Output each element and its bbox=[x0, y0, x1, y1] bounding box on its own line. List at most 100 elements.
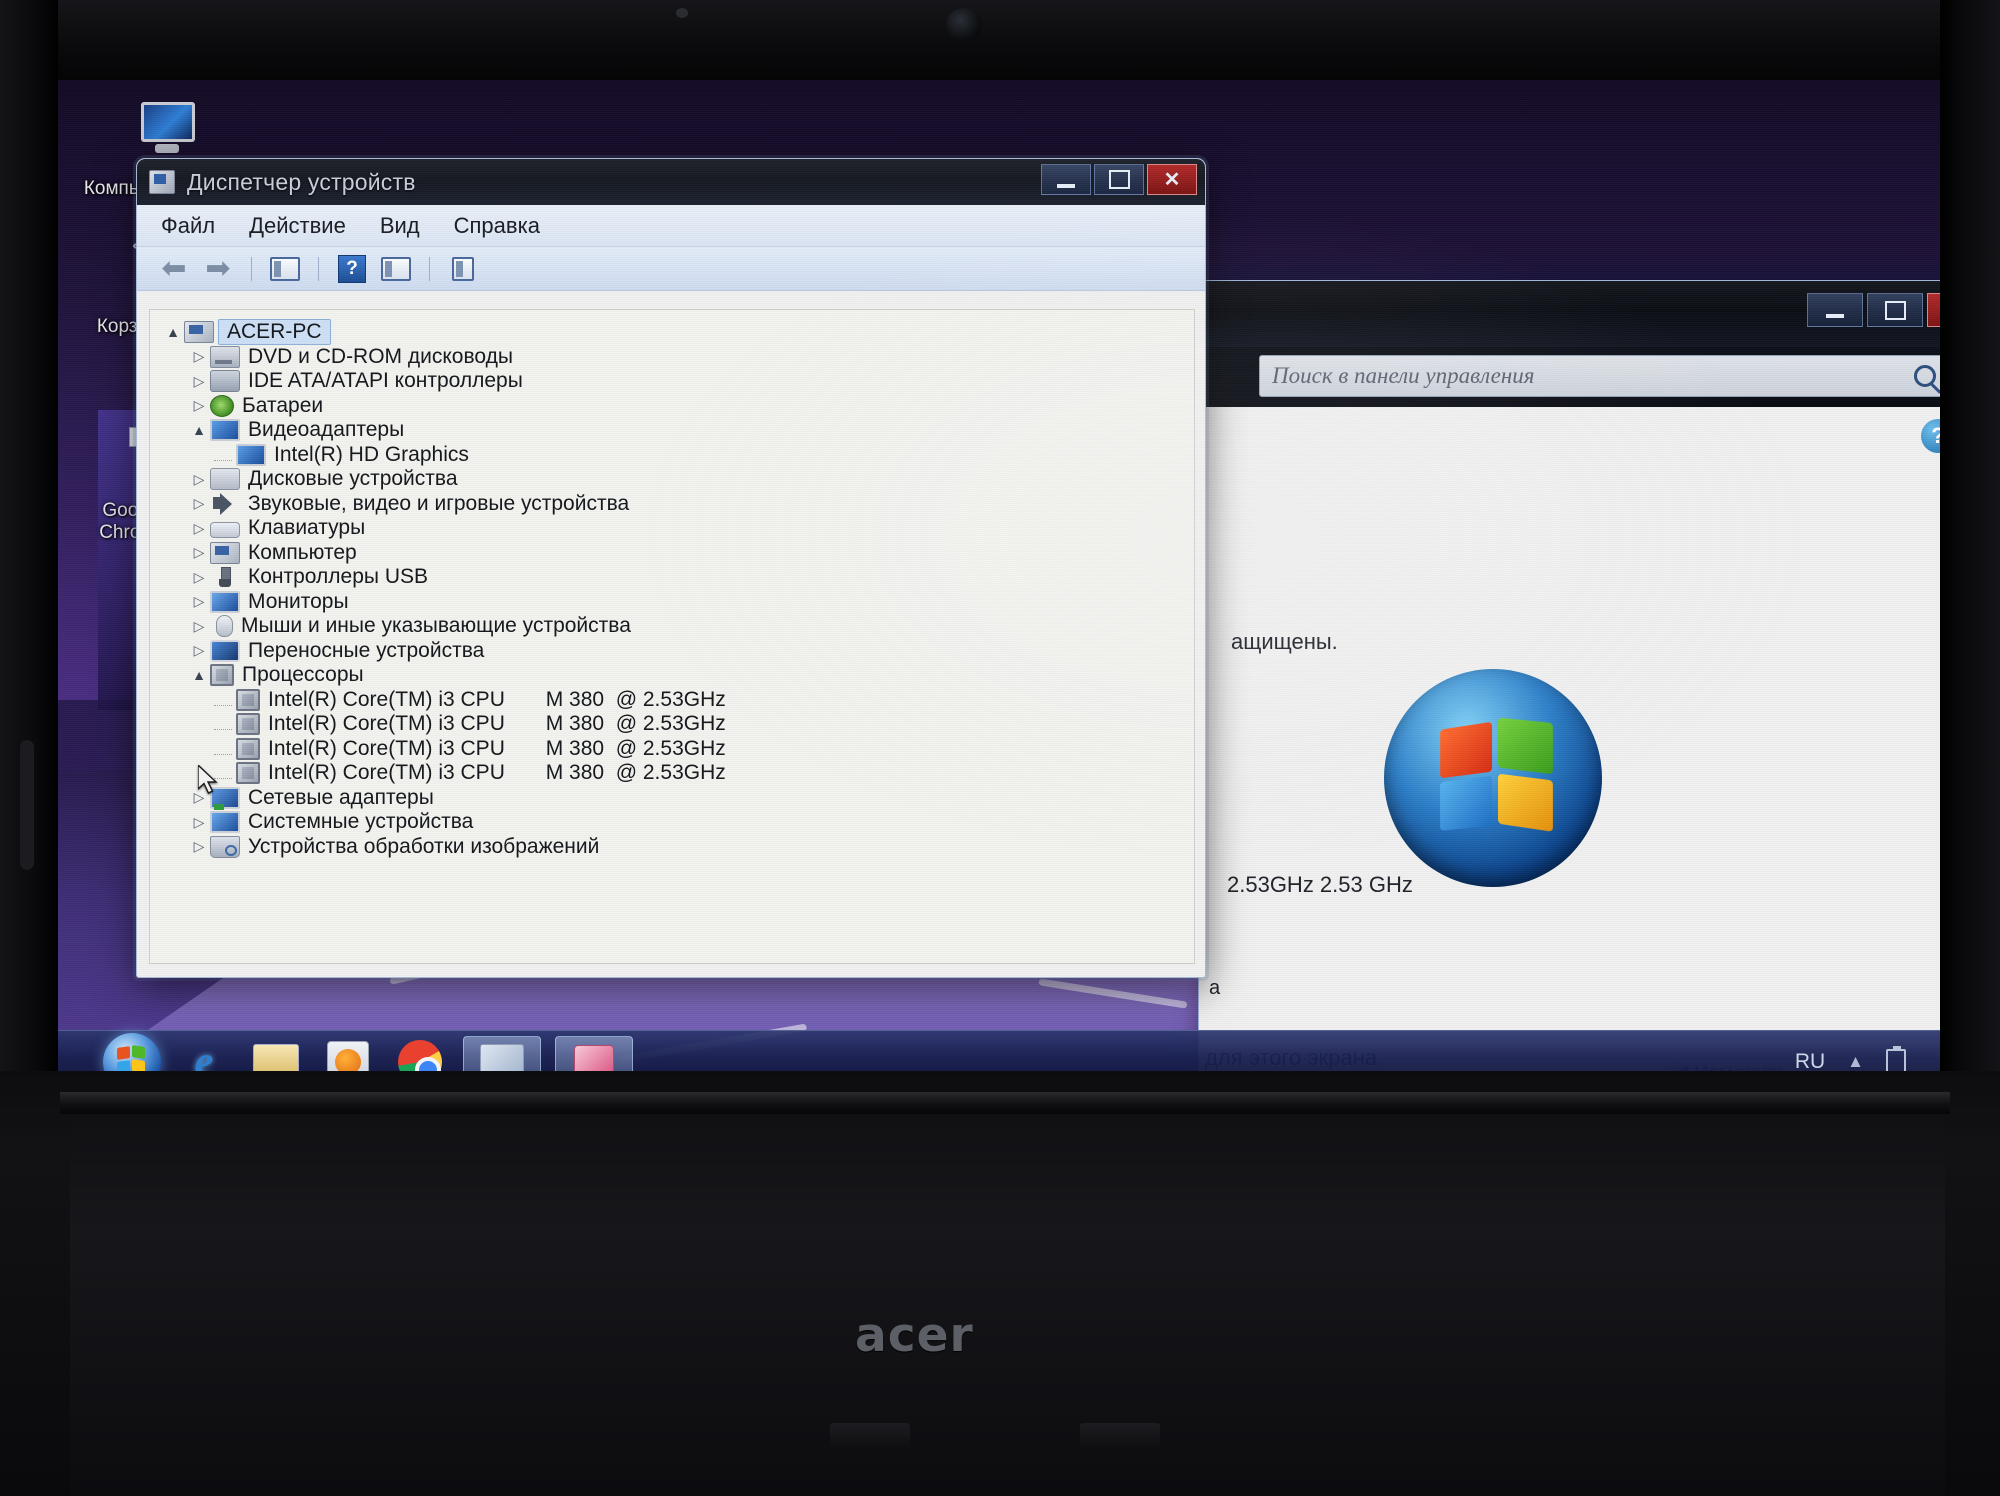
tree-node-category[interactable]: ▲ Процессоры bbox=[162, 663, 1194, 688]
expand-triangle-icon[interactable]: ▷ bbox=[188, 348, 210, 365]
tree-node-device[interactable]: Intel(R) Core(TM) i3 CPU M 380 @ 2.53GHz bbox=[162, 761, 1194, 786]
network-adapter-icon bbox=[210, 786, 240, 810]
cpu-icon bbox=[236, 762, 260, 785]
tree-node-root[interactable]: ▲ ACER-PC bbox=[162, 319, 1194, 346]
tree-node-label: Мониторы bbox=[248, 589, 349, 613]
device-manager-window[interactable]: Диспетчер устройств ✕ Файл Действие Вид … bbox=[136, 158, 1206, 978]
expand-triangle-icon[interactable]: ▷ bbox=[188, 373, 210, 390]
tree-node-label: Intel(R) Core(TM) i3 CPU M 380 @ 2.53GHz bbox=[268, 687, 726, 711]
menu-item-action[interactable]: Действие bbox=[249, 213, 346, 239]
control-panel-titlebar[interactable]: ✕ bbox=[1199, 281, 1940, 347]
close-button[interactable]: ✕ bbox=[1147, 164, 1197, 195]
text-fragment-a: а bbox=[1209, 977, 1221, 999]
tree-node-category[interactable]: ▷ Батареи bbox=[162, 394, 1194, 419]
expand-triangle-icon[interactable]: ▷ bbox=[188, 495, 210, 512]
tree-node-label: Процессоры bbox=[242, 663, 364, 687]
tree-node-category[interactable]: ▷ Контроллеры USB bbox=[162, 565, 1194, 590]
properties-icon[interactable] bbox=[268, 254, 302, 284]
minimize-button[interactable] bbox=[1041, 164, 1091, 195]
menu-item-help[interactable]: Справка bbox=[454, 213, 540, 239]
battery-icon bbox=[210, 394, 234, 417]
side-port bbox=[20, 740, 34, 870]
tree-node-device[interactable]: Intel(R) Core(TM) i3 CPU M 380 @ 2.53GHz bbox=[162, 737, 1194, 762]
sound-icon bbox=[210, 492, 240, 515]
tree-node-category[interactable]: ▷ Дисковые устройства bbox=[162, 467, 1194, 492]
menu-item-view[interactable]: Вид bbox=[380, 213, 420, 239]
webcam bbox=[946, 8, 982, 42]
tree-node-category[interactable]: ▷ IDE ATA/ATAPI контроллеры bbox=[162, 369, 1194, 394]
expand-triangle-icon[interactable]: ▷ bbox=[188, 569, 210, 586]
toolbar-separator bbox=[318, 256, 319, 281]
tree-node-category[interactable]: ▷ Звуковые, видео и игровые устройства bbox=[162, 492, 1194, 517]
tree-node-category[interactable]: ▷ Мониторы bbox=[162, 590, 1194, 615]
touchpad-right-button bbox=[1080, 1423, 1160, 1449]
language-indicator[interactable]: RU bbox=[1795, 1050, 1825, 1074]
toolbar-separator bbox=[251, 256, 252, 281]
tree-node-category[interactable]: ▷ Переносные устройства bbox=[162, 639, 1194, 664]
expand-triangle-icon[interactable]: ▷ bbox=[188, 471, 210, 488]
expand-triangle-icon[interactable]: ▷ bbox=[188, 593, 210, 610]
cpu-icon bbox=[236, 737, 260, 760]
expand-triangle-icon[interactable]: ▷ bbox=[188, 618, 210, 635]
maximize-button[interactable] bbox=[1867, 293, 1923, 327]
control-panel-window-buttons: ✕ bbox=[1807, 293, 1940, 327]
tree-node-category[interactable]: ▷ Компьютер bbox=[162, 541, 1194, 566]
tree-node-category[interactable]: ▷ Системные устройства bbox=[162, 810, 1194, 835]
window-title: Диспетчер устройств bbox=[187, 168, 416, 195]
tree-node-label: Мыши и иные указывающие устройства bbox=[241, 614, 631, 638]
processor-icon bbox=[210, 664, 234, 687]
laptop-screen: Компьютер Корзина Google Chrome ✕ bbox=[58, 80, 1940, 1092]
control-panel-window[interactable]: ✕ Поиск в панели управления ? ащищены. 2… bbox=[1198, 280, 1940, 1092]
tree-node-category[interactable]: ▷ Клавиатуры bbox=[162, 516, 1194, 541]
tree-node-label: Компьютер bbox=[248, 540, 357, 564]
collapse-triangle-icon[interactable]: ▲ bbox=[188, 422, 210, 438]
expand-triangle-icon[interactable]: ▷ bbox=[188, 838, 210, 855]
laptop-palmrest bbox=[70, 1120, 1945, 1496]
tree-guide bbox=[214, 743, 232, 755]
device-manager-titlebar[interactable]: Диспетчер устройств ✕ bbox=[137, 159, 1205, 205]
monitor-icon bbox=[210, 590, 240, 613]
tree-node-device[interactable]: Intel(R) HD Graphics bbox=[162, 443, 1194, 468]
collapse-triangle-icon[interactable]: ▲ bbox=[188, 667, 210, 683]
menu-item-file[interactable]: Файл bbox=[161, 213, 215, 239]
forward-icon[interactable]: ➡ bbox=[201, 253, 235, 284]
tree-node-label: Переносные устройства bbox=[248, 638, 485, 662]
expand-triangle-icon[interactable]: ▷ bbox=[188, 814, 210, 831]
tree-node-label: Сетевые адаптеры bbox=[248, 785, 434, 809]
help-icon[interactable]: ? bbox=[1921, 419, 1940, 453]
cpu-icon bbox=[236, 713, 260, 736]
tree-node-category[interactable]: ▲ Видеоадаптеры bbox=[162, 418, 1194, 443]
tree-node-label: Устройства обработки изображений bbox=[248, 834, 600, 858]
expand-triangle-icon[interactable]: ▷ bbox=[188, 520, 210, 537]
chevron-up-icon[interactable]: ▲ bbox=[1847, 1052, 1864, 1072]
tree-node-label: Звуковые, видео и игровые устройства bbox=[248, 491, 630, 515]
close-button[interactable]: ✕ bbox=[1927, 293, 1940, 327]
search-input[interactable]: Поиск в панели управления bbox=[1259, 355, 1940, 397]
tree-node-category[interactable]: ▷ Сетевые адаптеры bbox=[162, 786, 1194, 811]
expand-triangle-icon[interactable]: ▷ bbox=[188, 544, 210, 561]
expand-triangle-icon[interactable]: ▷ bbox=[188, 397, 210, 414]
tree-node-device[interactable]: Intel(R) Core(TM) i3 CPU M 380 @ 2.53GHz bbox=[162, 688, 1194, 713]
computer-node-icon bbox=[184, 321, 214, 344]
scan-hardware-icon[interactable] bbox=[379, 254, 413, 284]
update-driver-icon[interactable] bbox=[446, 254, 480, 284]
tree-node-category[interactable]: ▷ DVD и CD-ROM дисководы bbox=[162, 345, 1194, 370]
tree-node-label: Intel(R) Core(TM) i3 CPU M 380 @ 2.53GHz bbox=[268, 761, 726, 785]
tree-node-category[interactable]: ▷ Мыши и иные указывающие устройства bbox=[162, 614, 1194, 639]
expand-triangle-icon[interactable]: ▷ bbox=[188, 642, 210, 659]
tree-node-label: Системные устройства bbox=[248, 810, 474, 834]
display-adapter-icon bbox=[236, 443, 266, 466]
maximize-button[interactable] bbox=[1094, 164, 1144, 195]
back-icon[interactable]: ⬅ bbox=[157, 253, 191, 284]
device-tree[interactable]: ▲ ACER-PC ▷ DVD и CD-ROM дисководы ▷ IDE AT… bbox=[149, 309, 1195, 964]
device-manager-icon bbox=[149, 170, 175, 194]
tree-node-device[interactable]: Intel(R) Core(TM) i3 CPU M 380 @ 2.53GHz bbox=[162, 712, 1194, 737]
help-icon[interactable]: ? bbox=[335, 254, 369, 284]
tree-node-label: ACER-PC bbox=[218, 319, 331, 346]
minimize-button[interactable] bbox=[1807, 293, 1863, 327]
tree-node-category[interactable]: ▷ Устройства обработки изображений bbox=[162, 835, 1194, 860]
usb-icon bbox=[210, 566, 240, 588]
tree-node-label: Дисковые устройства bbox=[248, 467, 458, 491]
expand-triangle-icon[interactable]: ▷ bbox=[188, 789, 210, 806]
collapse-triangle-icon[interactable]: ▲ bbox=[162, 324, 184, 340]
